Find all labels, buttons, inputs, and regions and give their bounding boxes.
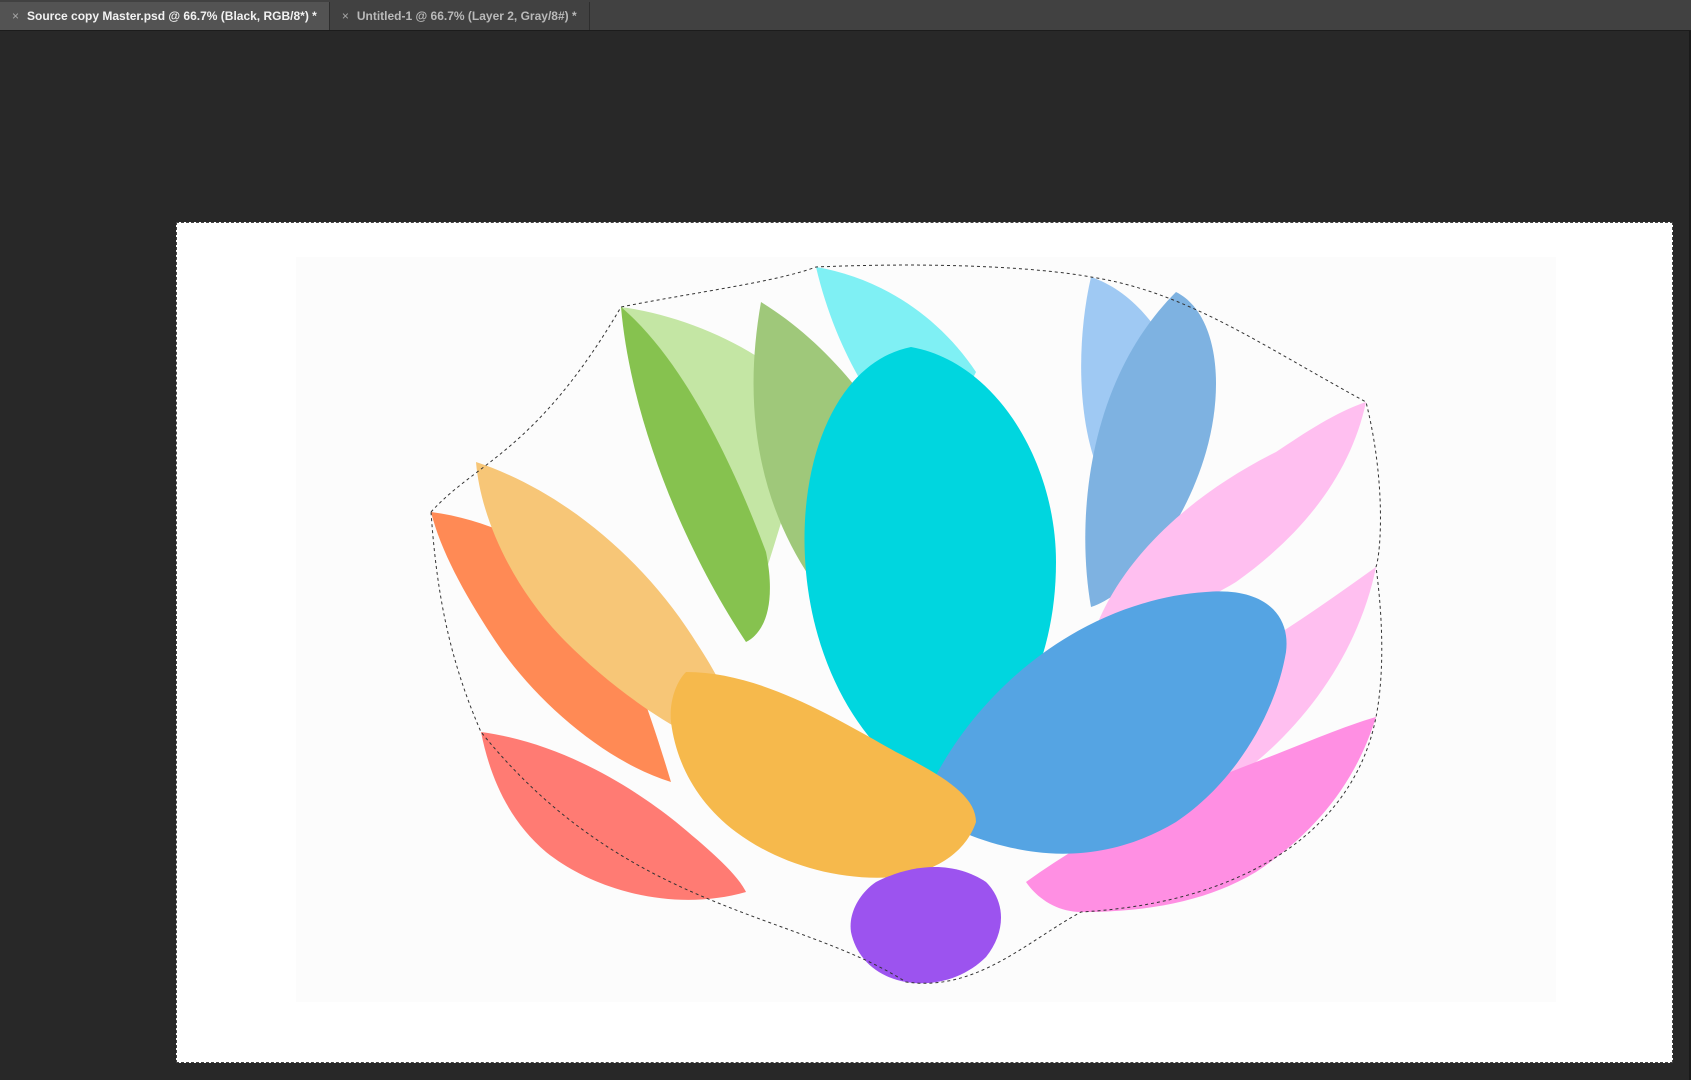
lotus-flower-image	[296, 257, 1556, 1002]
tab-label: Untitled-1 @ 66.7% (Layer 2, Gray/8#) *	[356, 9, 577, 23]
canvas-workspace[interactable]	[0, 31, 1691, 1080]
document-canvas[interactable]	[176, 222, 1673, 1063]
tab-source-copy-master[interactable]: × Source copy Master.psd @ 66.7% (Black,…	[0, 2, 330, 30]
document-tab-bar: × Source copy Master.psd @ 66.7% (Black,…	[0, 0, 1691, 31]
tab-label: Source copy Master.psd @ 66.7% (Black, R…	[27, 9, 317, 23]
tab-untitled-1[interactable]: × Untitled-1 @ 66.7% (Layer 2, Gray/8#) …	[330, 2, 590, 30]
close-icon[interactable]: ×	[12, 9, 19, 23]
close-icon[interactable]: ×	[342, 9, 349, 23]
